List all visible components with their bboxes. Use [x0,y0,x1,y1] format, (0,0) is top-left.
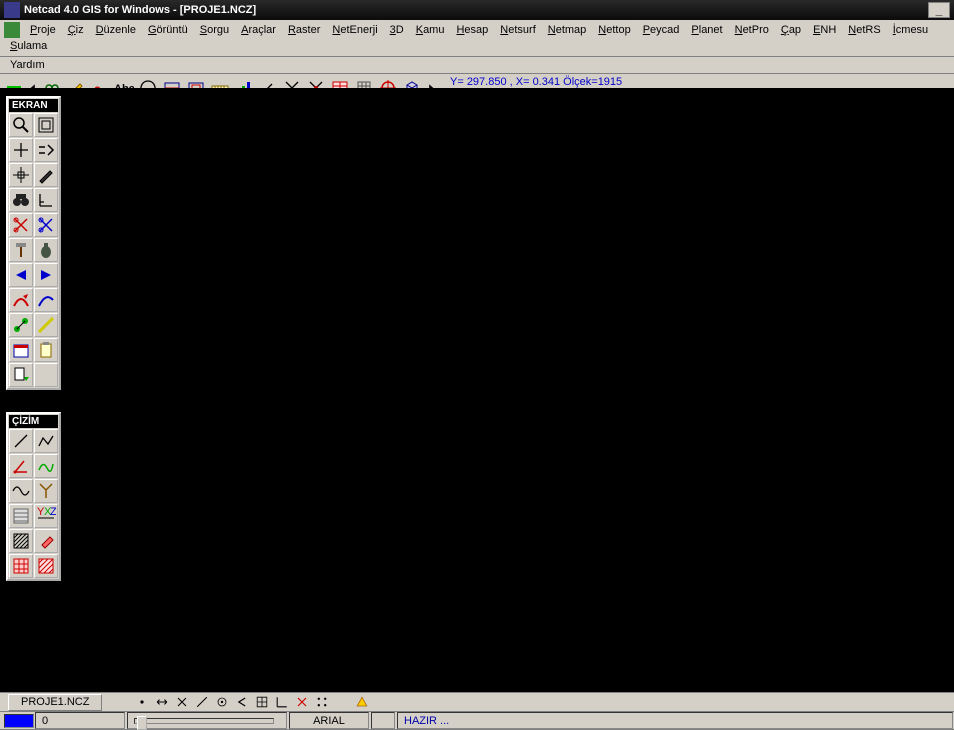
menu-düzenle[interactable]: Düzenle [90,22,142,38]
menu-netmap[interactable]: Netmap [542,22,593,38]
tab-row: PROJE1.NCZ [0,693,954,712]
menu-bar: ProjeÇizDüzenleGörüntüSorguAraçlarRaster… [0,20,954,57]
node-green-tool[interactable] [9,313,33,337]
menu-hesap[interactable]: Hesap [450,22,494,38]
slider-cell[interactable] [127,712,287,729]
snap-triangle[interactable] [352,693,372,711]
zoom-window-tool[interactable] [9,113,33,137]
window-title: Netcad 4.0 GIS for Windows - [PROJE1.NCZ… [24,4,256,16]
curve-red-tool[interactable] [9,288,33,312]
menu-netenerji[interactable]: NetEnerji [326,22,383,38]
pan-tool[interactable] [9,138,33,162]
menu-icon [4,22,20,38]
menu-netsurf[interactable]: Netsurf [494,22,541,38]
palette-ekran-title[interactable]: EKRAN [9,99,58,112]
crosshair-tool[interactable] [9,163,33,187]
snap-toolbar [132,693,372,711]
pencil-tool[interactable] [34,163,58,187]
menu-i̇cmesu[interactable]: İcmesu [887,22,934,38]
layer-cell[interactable]: 0 [35,712,125,729]
drawing-canvas[interactable] [70,88,954,692]
grid-red-tool[interactable] [9,554,33,578]
svg-text:Z: Z [50,506,56,518]
snap-dot[interactable] [132,693,152,711]
snap-circle-dot[interactable] [212,693,232,711]
snap-cross[interactable] [172,693,192,711]
menu-bar-2: Yardım [0,57,954,74]
menu-netrs[interactable]: NetRS [842,22,886,38]
snap-dots4[interactable] [312,693,332,711]
menu-araçlar[interactable]: Araçlar [235,22,282,38]
hatch-diag-tool[interactable] [34,554,58,578]
color-swatch[interactable] [4,714,34,728]
slider-icon[interactable] [134,718,274,724]
snap-line-r[interactable] [192,693,212,711]
menu-peycad[interactable]: Peycad [637,22,686,38]
palette-cizim-title[interactable]: ÇİZİM [9,415,58,428]
menu-planet[interactable]: Planet [685,22,728,38]
paste-tool[interactable] [34,338,58,362]
line-yellow-tool[interactable] [34,313,58,337]
menu-çiz[interactable]: Çiz [62,22,90,38]
eraser-red-tool[interactable] [34,529,58,553]
menu-netpro[interactable]: NetPro [729,22,775,38]
app-icon [4,2,20,18]
sine-tool[interactable] [9,479,33,503]
angle-red-tool[interactable] [9,454,33,478]
minimize-button[interactable]: _ [928,2,950,18]
font-cell[interactable]: ARIAL [289,712,369,729]
doc-arrow-tool[interactable] [9,363,33,387]
zoom-extents-tool[interactable] [34,113,58,137]
menu-yardim[interactable]: Yardım [4,57,51,73]
menu-kamu[interactable]: Kamu [410,22,451,38]
menu-3d[interactable]: 3D [384,22,410,38]
ready-cell: HAZIR ... [397,712,953,729]
calendar-tool[interactable] [9,338,33,362]
menu-sorgu[interactable]: Sorgu [194,22,235,38]
menu-sulama[interactable]: Sulama [4,38,53,54]
menu-proje[interactable]: Proje [24,22,62,38]
menu-görüntü[interactable]: Görüntü [142,22,194,38]
branch-tool[interactable] [34,479,58,503]
menu-çap[interactable]: Çap [775,22,807,38]
snap-arrow-l2[interactable] [232,693,252,711]
workspace: EKRAN ÇİZİM YXZ [0,88,954,692]
coord-line1: Y= 297.850 , X= 0.341 Ölçek=1915 [450,76,622,88]
hatch-grid-tool[interactable] [9,504,33,528]
status-bar: 0 ARIAL HAZIR ... [0,712,954,730]
snap-arrows-h[interactable] [152,693,172,711]
snap-grid2[interactable] [252,693,272,711]
blank-tool[interactable] [34,363,58,387]
polyline-tool[interactable] [34,429,58,453]
binoculars-tool[interactable] [9,188,33,212]
hatch-back-tool[interactable] [9,529,33,553]
xyz-tool[interactable]: YXZ [34,504,58,528]
hammer-tool[interactable] [9,238,33,262]
snap-sep [332,693,352,711]
snap-cross2b[interactable] [292,693,312,711]
curve-up-tool[interactable] [34,288,58,312]
arrow-blue-right-tool[interactable] [34,263,58,287]
line-tool[interactable] [9,429,33,453]
title-bar: Netcad 4.0 GIS for Windows - [PROJE1.NCZ… [0,0,954,20]
snap-axis[interactable] [272,693,292,711]
menu-raster[interactable]: Raster [282,22,326,38]
bottom-panel: PROJE1.NCZ 0 ARIAL HAZIR ... [0,692,954,730]
scissors-blue-tool[interactable] [34,213,58,237]
pan-step-tool[interactable] [34,138,58,162]
arrow-blue-left-tool[interactable] [9,263,33,287]
scissors-red-tool[interactable] [9,213,33,237]
palette-ekran[interactable]: EKRAN [6,96,61,390]
menu-nettop[interactable]: Nettop [592,22,636,38]
document-tab[interactable]: PROJE1.NCZ [8,694,102,711]
snap-perp-tool[interactable] [34,188,58,212]
menu-enh[interactable]: ENH [807,22,842,38]
grenade-tool[interactable] [34,238,58,262]
palette-cizim[interactable]: ÇİZİM YXZ [6,412,61,581]
spline-green-tool[interactable] [34,454,58,478]
